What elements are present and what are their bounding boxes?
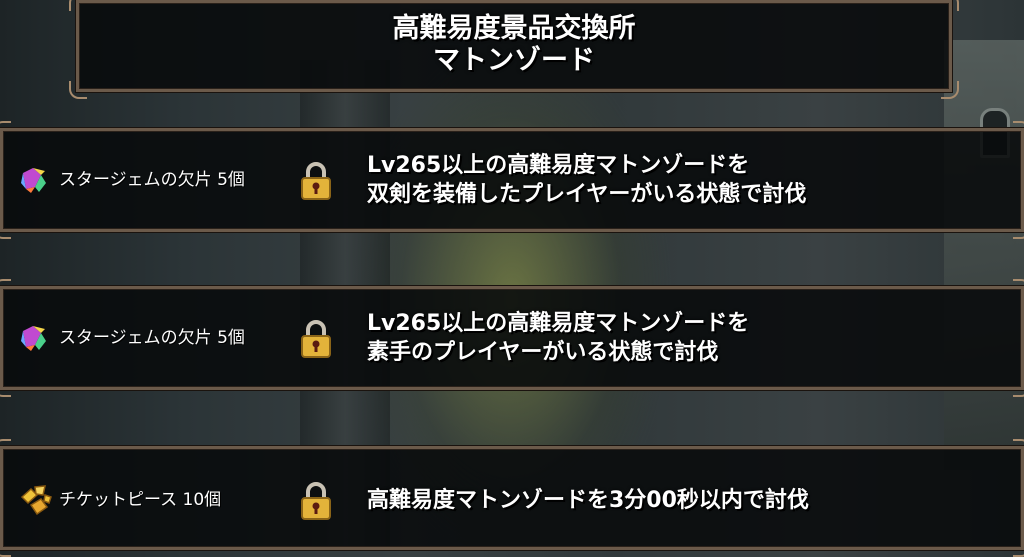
reward-item-label: チケットピース 10個	[59, 490, 222, 510]
reward-condition-line1: Lv265以上の高難易度マトンゾードを	[367, 153, 750, 178]
reward-row[interactable]: チケットピース 10個 高難易度マトンゾードを3分00秒以内で討伐	[0, 439, 1024, 557]
page-title: 高難易度景品交換所 マトンゾード	[79, 13, 949, 77]
reward-condition: Lv265以上の高難易度マトンゾードを 素手のプレイヤーがいる状態で討伐	[367, 309, 749, 367]
frame-corner	[1013, 221, 1024, 239]
reward-condition: 高難易度マトンゾードを3分00秒以内で討伐	[367, 486, 809, 515]
frame-corner	[0, 379, 11, 397]
frame-corner	[1013, 379, 1024, 397]
frame-corner	[0, 279, 11, 297]
frame-corner	[1013, 279, 1024, 297]
lock-icon	[299, 161, 333, 201]
reward-condition-line2: 双剣を装備したプレイヤーがいる状態で討伐	[367, 182, 807, 207]
frame-corner	[69, 0, 87, 11]
page-title-line2: マトンゾード	[433, 45, 595, 76]
frame-corner	[0, 439, 11, 457]
star-gem-fragment-icon	[19, 323, 49, 353]
frame-corner	[0, 221, 11, 239]
lock-icon	[299, 481, 333, 521]
reward-condition-line1: Lv265以上の高難易度マトンゾードを	[367, 311, 750, 336]
frame-corner	[1013, 539, 1024, 557]
frame-corner	[0, 539, 11, 557]
ticket-piece-icon	[19, 483, 53, 517]
reward-condition-line1: 高難易度マトンゾードを3分00秒以内で討伐	[367, 488, 809, 513]
reward-condition-line2: 素手のプレイヤーがいる状態で討伐	[367, 340, 719, 365]
frame-corner	[1013, 439, 1024, 457]
background-building	[944, 40, 1024, 470]
frame-corner	[0, 121, 11, 139]
reward-item-label: スタージェムの欠片 5個	[59, 328, 245, 348]
reward-item-label: スタージェムの欠片 5個	[59, 170, 245, 190]
lock-icon	[299, 319, 333, 359]
frame-corner	[69, 81, 87, 99]
page-title-line1: 高難易度景品交換所	[392, 13, 636, 44]
frame-corner	[941, 0, 959, 11]
reward-row[interactable]: スタージェムの欠片 5個 Lv265以上の高難易度マトンゾードを 素手のプレイヤ…	[0, 279, 1024, 397]
frame-corner	[1013, 121, 1024, 139]
reward-condition: Lv265以上の高難易度マトンゾードを 双剣を装備したプレイヤーがいる状態で討伐	[367, 151, 806, 209]
title-panel: 高難易度景品交換所 マトンゾード	[69, 0, 959, 99]
reward-row[interactable]: スタージェムの欠片 5個 Lv265以上の高難易度マトンゾードを 双剣を装備した…	[0, 121, 1024, 239]
star-gem-fragment-icon	[19, 165, 49, 195]
